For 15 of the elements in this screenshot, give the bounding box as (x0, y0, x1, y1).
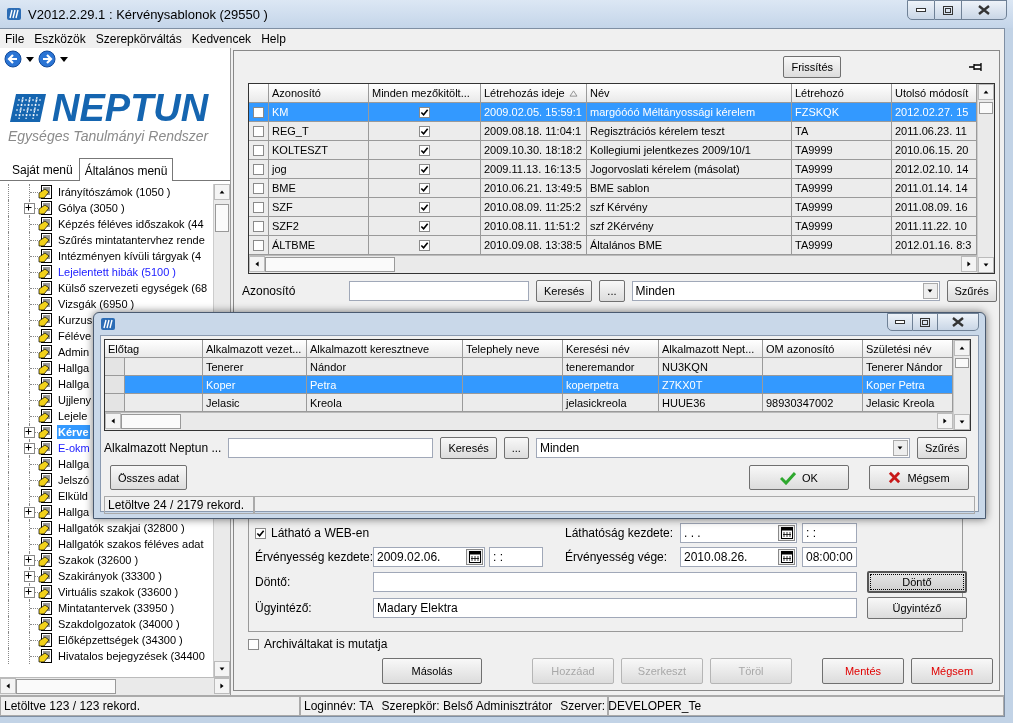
status-text: Szerepkör: Belső Adminisztrátor (381, 699, 553, 713)
field-label: Láthatóság kezdete: (565, 526, 675, 540)
status-text: Szerver: DEVELOPER_Te (560, 699, 702, 713)
logo-tagline: Egységes Tanulmányi Rendszer (8, 128, 210, 144)
field-label: Azonosító (242, 284, 297, 298)
field-label: Ügyintéző: (255, 601, 313, 615)
status-text: Letöltve 24 / 2179 rekord. (104, 496, 254, 514)
field-label: Érvényesség kezdete: (255, 550, 373, 564)
status-text: Loginnév: TA (304, 699, 374, 713)
window-title: V2012.2.29.1 : Kérvénysablonok (29550 ) (28, 6, 269, 22)
field-label: Alkalmazott Neptun ... (104, 441, 222, 455)
status-text: Letöltve 123 / 123 rekord. (0, 696, 300, 716)
field-label: Érvényesség vége: (565, 550, 669, 564)
field-label: Döntő: (255, 575, 292, 589)
logo-text: NEPTUN (52, 88, 209, 128)
